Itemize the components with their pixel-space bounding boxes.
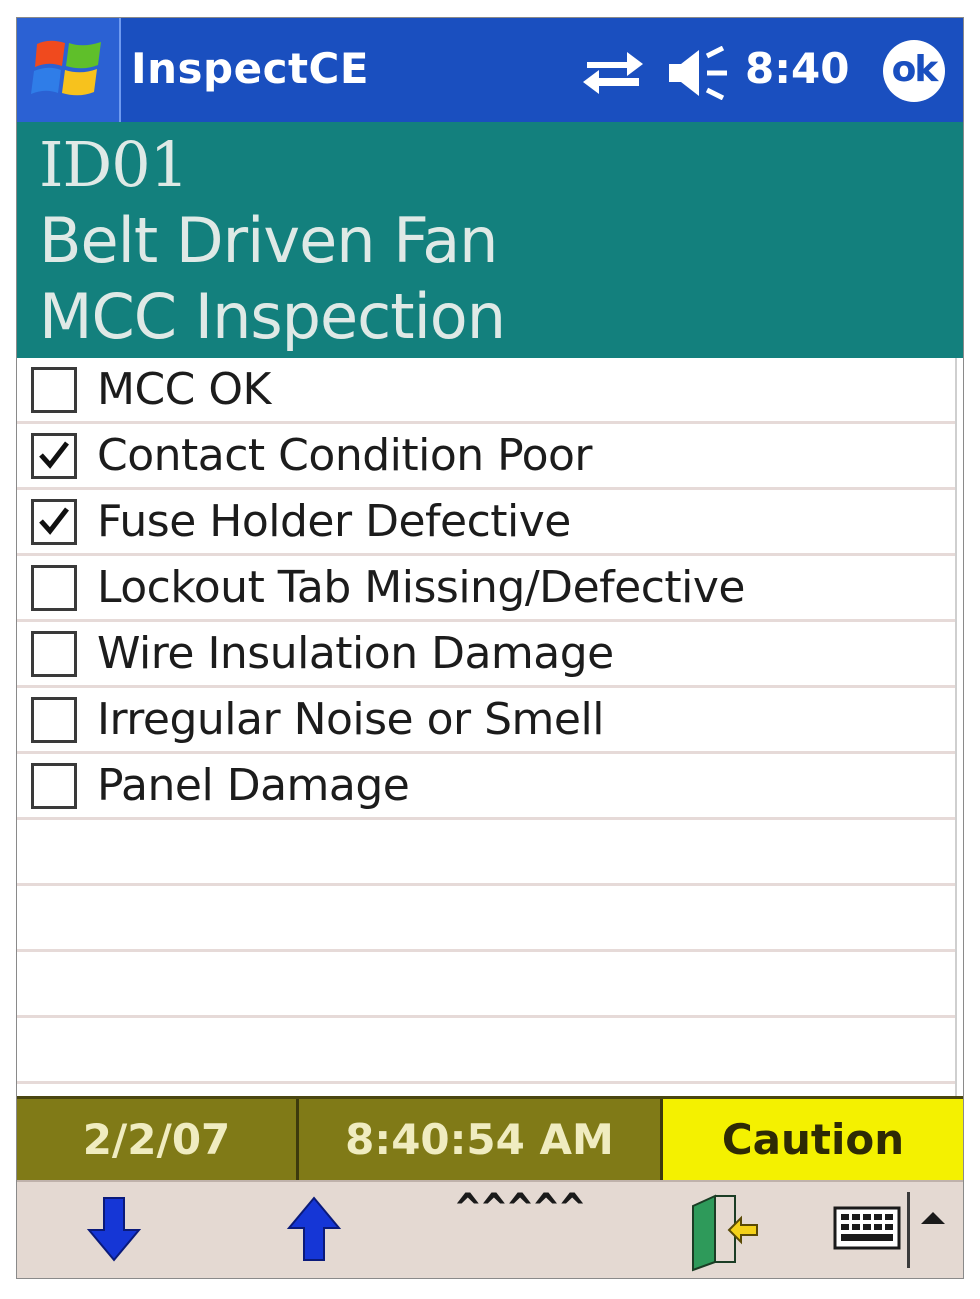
caret-button[interactable]: ^^^^^: [431, 1186, 611, 1278]
checkmark-icon: [39, 441, 69, 469]
empty-row: [17, 886, 963, 952]
start-button[interactable]: [17, 18, 121, 122]
checkbox[interactable]: [31, 763, 77, 809]
connectivity-icon[interactable]: [581, 48, 645, 98]
empty-row: [17, 952, 963, 1018]
app-title: InspectCE: [131, 44, 370, 93]
status-time: 8:40:54 AM: [299, 1099, 663, 1180]
checklist-row[interactable]: Fuse Holder Defective: [17, 490, 963, 556]
empty-row: [17, 1018, 963, 1084]
checklist: MCC OK Contact Condition Poor Fuse Holde…: [17, 358, 963, 1096]
inspection-header: ID01 Belt Driven Fan MCC Inspection: [17, 122, 963, 358]
checkmark-icon: [39, 507, 69, 535]
inspection-name: MCC Inspection: [39, 280, 506, 353]
checklist-item-label: Wire Insulation Damage: [97, 628, 614, 679]
arrow-up-icon: [286, 1196, 342, 1261]
checkbox[interactable]: [31, 499, 77, 545]
checkbox[interactable]: [31, 697, 77, 743]
empty-row: [17, 820, 963, 886]
next-button[interactable]: [79, 1182, 149, 1278]
checklist-row[interactable]: Panel Damage: [17, 754, 963, 820]
keyboard-icon: [833, 1206, 901, 1250]
checklist-row[interactable]: MCC OK: [17, 358, 963, 424]
checklist-item-label: Lockout Tab Missing/Defective: [97, 562, 745, 613]
clock[interactable]: 8:40: [745, 44, 849, 93]
windows-logo-icon: [31, 40, 101, 96]
ok-button[interactable]: ok: [883, 40, 945, 102]
checkbox[interactable]: [31, 433, 77, 479]
equipment-name: Belt Driven Fan: [39, 204, 498, 277]
pocketpc-screen: InspectCE 8:40 ok ID01 Belt Driven Fan M…: [16, 17, 964, 1279]
status-caution: Caution: [663, 1099, 963, 1180]
title-bar: InspectCE 8:40 ok: [17, 18, 963, 122]
checkbox[interactable]: [31, 565, 77, 611]
status-date: 2/2/07: [17, 1099, 299, 1180]
toolbar-separator: [907, 1192, 910, 1268]
arrow-down-icon: [86, 1197, 142, 1262]
status-bar: 2/2/07 8:40:54 AM Caution: [17, 1096, 963, 1180]
checkbox[interactable]: [31, 631, 77, 677]
checklist-item-label: Panel Damage: [97, 760, 410, 811]
checkbox[interactable]: [31, 367, 77, 413]
volume-icon[interactable]: [665, 46, 729, 100]
checklist-row[interactable]: Irregular Noise or Smell: [17, 688, 963, 754]
command-bar: ^^^^^: [17, 1180, 963, 1278]
input-panel-button[interactable]: [829, 1182, 905, 1278]
exit-door-icon: [692, 1194, 758, 1272]
input-method-menu-button[interactable]: [915, 1182, 951, 1278]
checklist-item-label: Contact Condition Poor: [97, 430, 593, 481]
checklist-item-label: Irregular Noise or Smell: [97, 694, 604, 745]
checklist-item-label: MCC OK: [97, 364, 271, 415]
checklist-row[interactable]: Wire Insulation Damage: [17, 622, 963, 688]
checklist-row[interactable]: Lockout Tab Missing/Defective: [17, 556, 963, 622]
checklist-item-label: Fuse Holder Defective: [97, 496, 571, 547]
exit-button[interactable]: [685, 1182, 765, 1278]
checklist-row[interactable]: Contact Condition Poor: [17, 424, 963, 490]
previous-button[interactable]: [279, 1182, 349, 1278]
equipment-id: ID01: [39, 128, 189, 201]
caret-up-icon: [921, 1212, 945, 1224]
list-scrollbar[interactable]: [955, 358, 963, 1096]
